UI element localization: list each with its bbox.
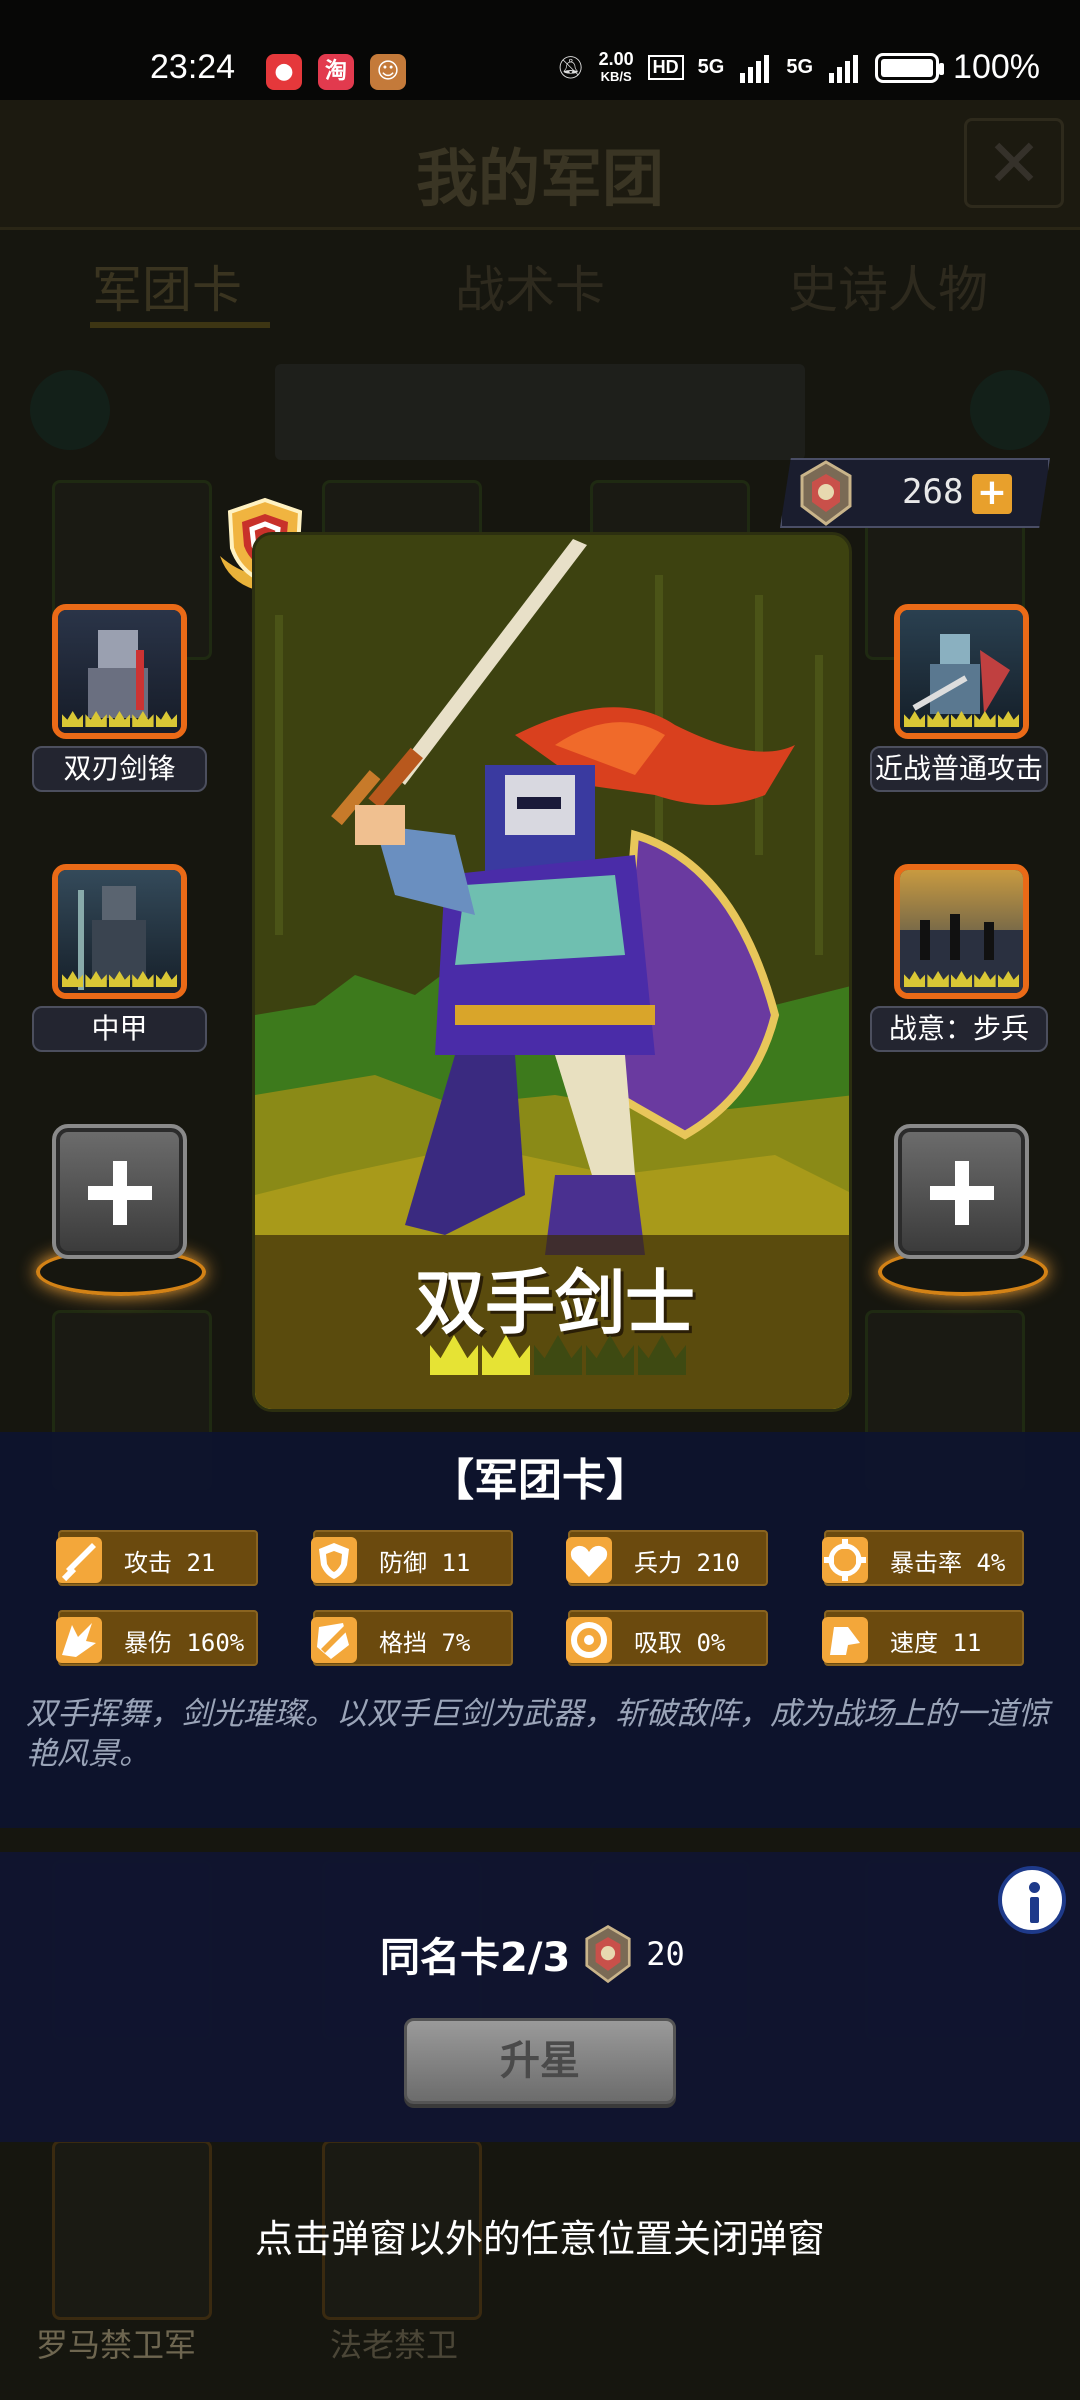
crown-empty-icon bbox=[534, 1335, 582, 1375]
upgrade-star-button[interactable]: 升星 bbox=[404, 2018, 676, 2104]
stat-speed: 速度 11 bbox=[822, 1610, 1024, 1666]
currency-value: 268 bbox=[902, 472, 964, 512]
currency-bar: 268 + bbox=[780, 458, 1050, 528]
crown-filled-icon bbox=[482, 1335, 530, 1375]
status-bar: 23:24 ● 淘 ☺ 🔕︎ 2.00 KB/S HD 5G 5G 100% bbox=[0, 0, 1080, 100]
skill-label-left-mid: 中甲 bbox=[32, 1006, 207, 1052]
legion-card: 双手剑士 bbox=[252, 532, 852, 1412]
bg-tab-tactic[interactable]: 战术卡 bbox=[455, 250, 605, 322]
heart-icon bbox=[566, 1537, 612, 1583]
signal-icon-2 bbox=[829, 54, 859, 83]
stat-attack: 攻击 21 bbox=[56, 1530, 258, 1586]
skill-label-right-mid: 战意：步兵 bbox=[870, 1006, 1048, 1052]
speed-icon bbox=[822, 1617, 868, 1663]
card-description: 双手挥舞，剑光璀璨。以双手巨剑为武器，斩破敌阵，成为战场上的一道惊艳风景。 bbox=[26, 1696, 1049, 1772]
skill-slot-left-mid[interactable] bbox=[52, 864, 187, 999]
legion-emblem-icon bbox=[800, 460, 852, 526]
stat-text: 速度 11 bbox=[890, 1629, 982, 1657]
stat-text: 暴伤 160% bbox=[124, 1629, 245, 1657]
status-right-group: 🔕︎ 2.00 KB/S HD 5G 5G 100% bbox=[557, 48, 1040, 87]
status-time: 23:24 bbox=[150, 48, 236, 86]
stat-troops: 兵力 210 bbox=[566, 1530, 768, 1586]
add-currency-button[interactable]: + bbox=[972, 474, 1012, 514]
dnd-muted-icon: 🔕︎ bbox=[556, 54, 585, 80]
stat-crit-damage: 暴伤 160% bbox=[56, 1610, 258, 1666]
bg-card-label: 法老禁卫 bbox=[330, 2326, 459, 2364]
card-star-rating bbox=[430, 1335, 686, 1375]
bg-card-label: 罗马禁卫军 bbox=[36, 2326, 197, 2364]
skill-label-left-top: 双刃剑锋 bbox=[32, 746, 207, 792]
lifesteal-icon bbox=[566, 1617, 612, 1663]
skill-star-rating bbox=[61, 971, 178, 991]
battery-icon bbox=[875, 52, 945, 83]
hd-badge: HD bbox=[647, 55, 684, 80]
stat-text: 格挡 7% bbox=[379, 1629, 471, 1657]
game-app-icon: ☺ bbox=[370, 54, 406, 90]
add-skill-button-left[interactable] bbox=[52, 1124, 187, 1259]
notification-app-icon: ● bbox=[266, 54, 302, 90]
legion-emblem-icon bbox=[585, 1925, 631, 1984]
skill-star-rating bbox=[903, 971, 1020, 991]
net-speed: 2.00 KB/S bbox=[599, 50, 634, 86]
skill-slot-left-top[interactable] bbox=[52, 604, 187, 739]
stat-text: 兵力 210 bbox=[634, 1549, 740, 1577]
sword-icon bbox=[56, 1537, 102, 1583]
stat-text: 吸取 0% bbox=[634, 1629, 726, 1657]
block-icon bbox=[311, 1617, 357, 1663]
stat-text: 攻击 21 bbox=[124, 1549, 216, 1577]
signal-2: 5G bbox=[786, 56, 814, 78]
bg-tab-legion[interactable]: 军团卡 bbox=[92, 250, 242, 322]
info-title: 【军团卡】 bbox=[430, 1455, 650, 1506]
upgrade-cost: 20 bbox=[646, 1935, 685, 1973]
stat-defense: 防御 11 bbox=[311, 1530, 513, 1586]
stat-block: 格挡 7% bbox=[311, 1610, 513, 1666]
card-info-panel: 【军团卡】 攻击 21 防御 11 兵力 210 暴击率 4% 暴伤 160% … bbox=[0, 1432, 1080, 1828]
net-speed-unit: KB/S bbox=[600, 68, 632, 84]
bg-tab-underline bbox=[90, 322, 270, 328]
skill-slot-right-top[interactable] bbox=[894, 604, 1029, 739]
skill-label-right-top: 近战普通攻击 bbox=[870, 746, 1048, 792]
taobao-app-icon: 淘 bbox=[318, 54, 354, 90]
bg-filter-button[interactable] bbox=[970, 370, 1050, 450]
signal-1: 5G bbox=[697, 56, 725, 78]
bg-search-box[interactable] bbox=[275, 364, 805, 460]
upgrade-panel: 同名卡2/3 20 升星 bbox=[0, 1852, 1080, 2142]
bg-page-title: 我的军团 bbox=[415, 142, 664, 215]
skill-slot-right-mid[interactable] bbox=[894, 864, 1029, 999]
card-name: 双手剑士 bbox=[415, 1262, 695, 1344]
shield-icon bbox=[311, 1537, 357, 1583]
stat-text: 防御 11 bbox=[379, 1549, 471, 1577]
duplicate-card-label: 同名卡2/3 bbox=[380, 1935, 571, 1981]
skill-star-rating bbox=[61, 711, 178, 731]
add-skill-button-right[interactable] bbox=[894, 1124, 1029, 1259]
crown-filled-icon bbox=[430, 1335, 478, 1375]
bg-list-button[interactable] bbox=[30, 370, 110, 450]
info-icon[interactable] bbox=[998, 1866, 1066, 1934]
bg-tab-epic[interactable]: 史诗人物 bbox=[788, 250, 988, 322]
net-speed-value: 2.00 bbox=[598, 48, 634, 69]
close-hint: 点击弹窗以外的任意位置关闭弹窗 bbox=[254, 2217, 825, 2261]
stat-crit-rate: 暴击率 4% bbox=[822, 1530, 1024, 1586]
crown-empty-icon bbox=[638, 1335, 686, 1375]
stat-text: 暴击率 4% bbox=[890, 1549, 1006, 1577]
skill-star-rating bbox=[903, 711, 1020, 731]
signal-icon bbox=[740, 54, 770, 83]
duplicate-card-row: 同名卡2/3 20 bbox=[380, 1924, 685, 1984]
battery-percent: 100% bbox=[953, 48, 1040, 86]
stat-lifesteal: 吸取 0% bbox=[566, 1610, 768, 1666]
bg-header: 我的军团 ✕ bbox=[0, 100, 1080, 230]
bg-close-button[interactable]: ✕ bbox=[964, 118, 1064, 208]
crit-damage-icon bbox=[56, 1617, 102, 1663]
crown-empty-icon bbox=[586, 1335, 634, 1375]
crit-rate-icon bbox=[822, 1537, 868, 1583]
